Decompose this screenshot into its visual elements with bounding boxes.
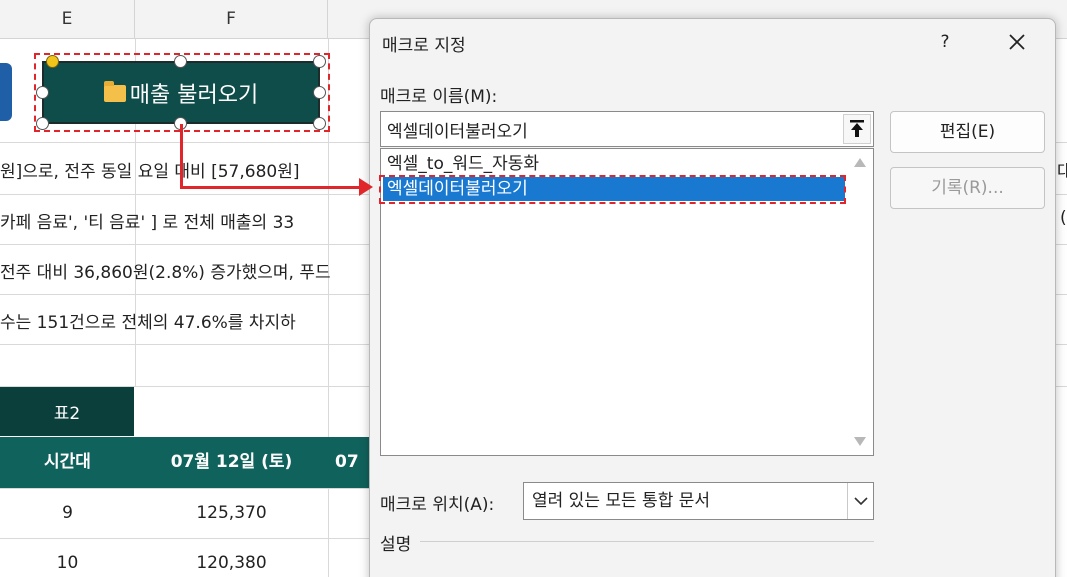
table-cell[interactable]: 9	[0, 503, 135, 523]
upload-arrow-icon	[850, 120, 864, 137]
table-cell[interactable]: 10	[0, 553, 135, 573]
table-header-cell[interactable]: 07	[335, 437, 370, 488]
macro-name-label: 매크로 이름(M):	[380, 87, 498, 107]
table-cell[interactable]: 125,370	[135, 503, 328, 523]
scroll-down-icon[interactable]	[854, 437, 866, 446]
scroll-up-icon[interactable]	[854, 158, 866, 167]
close-icon	[1009, 34, 1025, 50]
collapse-button[interactable]	[843, 114, 871, 144]
resize-handle[interactable]	[313, 86, 326, 99]
macro-location-label: 매크로 위치(A):	[380, 495, 495, 515]
blue-shape[interactable]	[0, 63, 12, 121]
annotation-arrow-head	[359, 178, 373, 196]
resize-handle[interactable]	[36, 117, 49, 130]
rotate-handle[interactable]	[46, 55, 59, 68]
sheet-text-row[interactable]: 원]으로, 전주 동일 요일 대비 [57,680원]	[0, 157, 370, 182]
resize-handle[interactable]	[313, 117, 326, 130]
close-button[interactable]	[1002, 27, 1032, 57]
grid-line	[0, 488, 370, 489]
description-label: 설명	[380, 535, 412, 555]
macro-location-value: 열려 있는 모든 통합 문서	[532, 491, 711, 511]
sheet-text-row[interactable]: 카페 음료', '티 음료' ] 로 전체 매출의 33	[0, 208, 370, 233]
sheet-edge-text: 대	[1057, 162, 1067, 182]
dialog-title: 매크로 지정	[382, 36, 466, 56]
annotation-arrow-line	[180, 124, 183, 189]
macro-list-item[interactable]: 엑셀_to_워드_자동화	[383, 152, 845, 176]
list-scrollbar[interactable]	[848, 150, 872, 454]
column-header-e[interactable]: E	[0, 0, 135, 39]
annotation-dashed-box	[379, 175, 846, 204]
resize-handle[interactable]	[313, 55, 326, 68]
chevron-down-icon	[854, 497, 868, 506]
assign-macro-dialog: 매크로 지정 ? 매크로 이름(M): 엑셀_to_워드_자동화 엑셀데이터불러…	[369, 18, 1056, 577]
table-header-row: 시간대 07월 12일 (토) 07	[0, 437, 370, 488]
edit-button[interactable]: 편집(E)	[890, 111, 1045, 153]
resize-handle[interactable]	[36, 86, 49, 99]
sheet-text-row[interactable]: 수는 151건으로 전체의 47.6%를 차지하	[0, 308, 370, 333]
table-title[interactable]: 표2	[0, 387, 134, 436]
table-header-cell[interactable]: 시간대	[0, 437, 135, 488]
sheet-text-row[interactable]: 전주 대비 36,860원(2.8%) 증가했으며, 푸드	[0, 258, 370, 283]
resize-handle[interactable]	[174, 55, 187, 68]
macro-name-field[interactable]	[380, 111, 874, 147]
table-header-cell[interactable]: 07월 12일 (토)	[135, 437, 328, 488]
grid-line	[0, 538, 370, 539]
record-button[interactable]: 기록(R)...	[890, 167, 1045, 209]
description-divider	[420, 541, 874, 542]
macro-name-input[interactable]	[381, 112, 841, 146]
table-cell[interactable]: 120,380	[135, 553, 328, 573]
macro-location-select[interactable]: 열려 있는 모든 통합 문서	[523, 482, 874, 520]
column-header-f[interactable]: F	[135, 0, 328, 39]
annotation-arrow-line	[180, 186, 360, 189]
sheet-edge-text: (	[1060, 208, 1067, 228]
dropdown-button[interactable]	[847, 483, 873, 519]
help-button[interactable]: ?	[930, 27, 960, 57]
